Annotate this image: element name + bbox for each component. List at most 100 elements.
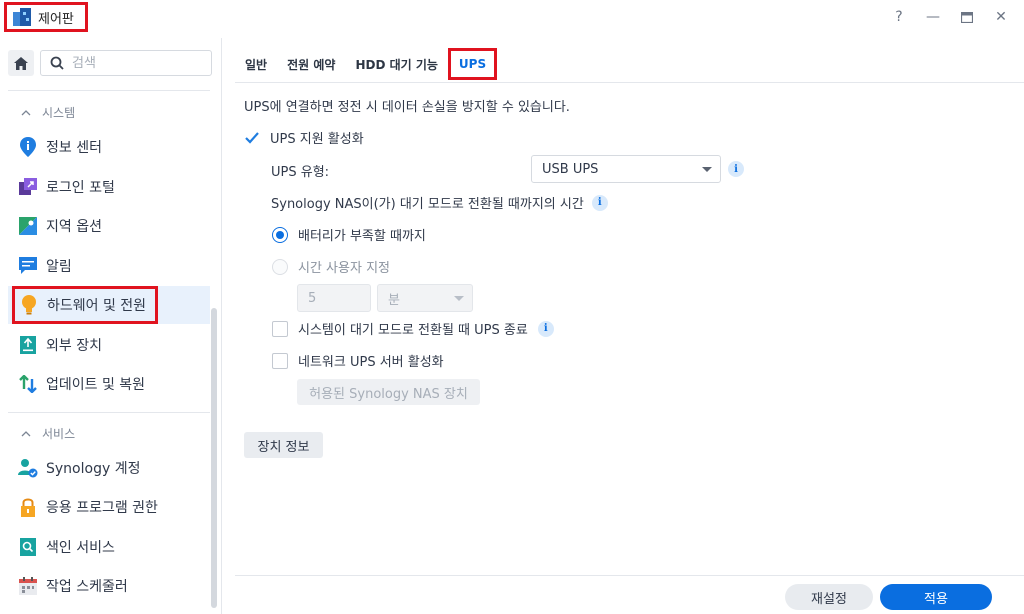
sidebar-item-label: 하드웨어 및 전원 — [47, 298, 147, 314]
tab-ups[interactable]: UPS — [447, 48, 498, 80]
search-input[interactable] — [72, 55, 192, 71]
calendar-icon — [18, 576, 38, 596]
enable-ups-checkbox[interactable] — [244, 129, 260, 146]
shutdown-ups-label: 시스템이 대기 모드로 전환될 때 UPS 종료 — [298, 323, 528, 338]
tab-hdd-hibernation[interactable]: HDD 대기 기능 — [345, 49, 447, 79]
lightbulb-icon — [19, 295, 39, 315]
login-portal-icon — [18, 177, 38, 197]
sidebar-item-update-restore[interactable]: 업데이트 및 복원 — [8, 365, 210, 403]
standby-time-row: Synology NAS이(가) 대기 모드로 전환될 때까지의 시간 i — [271, 193, 608, 212]
close-button[interactable]: ✕ — [990, 6, 1012, 28]
shutdown-ups-checkbox[interactable] — [272, 320, 288, 337]
indexing-icon — [18, 537, 38, 557]
network-ups-label: 네트워크 UPS 서버 활성화 — [298, 355, 444, 370]
shutdown-ups-row: 시스템이 대기 모드로 전환될 때 UPS 종료 i — [272, 319, 554, 338]
sidebar-item-indexing-service[interactable]: 색인 서비스 — [8, 528, 210, 566]
shutdown-info-icon[interactable]: i — [537, 320, 554, 337]
sidebar-item-external-devices[interactable]: 외부 장치 — [8, 326, 210, 364]
tab-divider — [235, 82, 1024, 83]
home-button[interactable] — [8, 50, 34, 76]
standby-time-label: Synology NAS이(가) 대기 모드로 전환될 때까지의 시간 — [271, 197, 584, 212]
ups-type-info-icon[interactable]: i — [728, 161, 744, 177]
radio-custom-row: 시간 사용자 지정 — [272, 257, 390, 276]
regional-options-icon — [18, 216, 38, 236]
control-panel-window: 제어판 ? — ✕ 시스템 — [0, 0, 1024, 614]
tab-general[interactable]: 일반 — [235, 49, 277, 79]
title-bar: 제어판 ? — ✕ — [0, 0, 1024, 36]
ups-type-label: UPS 유형: — [271, 165, 330, 180]
ups-type-value: USB UPS — [542, 161, 599, 177]
lock-icon — [18, 497, 38, 517]
network-ups-checkbox[interactable] — [272, 352, 288, 369]
control-panel-icon — [13, 8, 31, 26]
maximize-button[interactable] — [956, 6, 978, 28]
enable-ups-row: UPS 지원 활성화 — [244, 128, 364, 147]
main-panel: 일반 전원 예약 HDD 대기 기능 UPS UPS에 연결하면 정전 시 데이… — [223, 38, 1024, 614]
sidebar-item-label: 알림 — [46, 259, 72, 275]
sidebar-item-synology-account[interactable]: Synology 계정 — [8, 449, 210, 487]
search-box[interactable] — [40, 50, 212, 76]
custom-time-value: 5 — [308, 290, 317, 306]
sidebar-item-task-scheduler[interactable]: 작업 스케줄러 — [8, 567, 210, 605]
info-center-icon — [18, 137, 38, 157]
radio-custom-time[interactable] — [272, 258, 288, 275]
section-label: 서비스 — [42, 427, 76, 441]
radio-custom-label: 시간 사용자 지정 — [298, 261, 390, 276]
allowed-nas-devices-button[interactable]: 허용된 Synology NAS 장치 — [297, 379, 480, 405]
window-controls: ? — ✕ — [888, 6, 1012, 28]
sidebar-item-label: 작업 스케줄러 — [46, 579, 128, 595]
sidebar: 시스템 정보 센터 로그인 포털 지역 옵션 알림 — [0, 38, 222, 614]
app-title: 제어판 — [4, 2, 88, 32]
enable-ups-label: UPS 지원 활성화 — [270, 132, 364, 147]
sidebar-scrollbar[interactable] — [211, 308, 217, 608]
tab-bar: 일반 전원 예약 HDD 대기 기능 UPS — [235, 46, 498, 82]
section-system-header[interactable]: 시스템 — [20, 104, 75, 121]
sidebar-item-notification[interactable]: 알림 — [8, 247, 210, 285]
device-info-button[interactable]: 장치 정보 — [244, 432, 323, 458]
radio-battery-low[interactable] — [272, 226, 288, 243]
maximize-icon — [961, 11, 973, 23]
checkmark-icon — [245, 131, 259, 144]
chevron-up-icon — [21, 430, 31, 436]
search-icon — [50, 56, 64, 70]
section-services-header[interactable]: 서비스 — [20, 425, 75, 442]
chevron-down-icon — [454, 296, 464, 301]
chevron-up-icon — [21, 109, 31, 115]
ups-description: UPS에 연결하면 정전 시 데이터 손실을 방지할 수 있습니다. — [244, 100, 570, 115]
ups-type-select[interactable]: USB UPS — [531, 155, 721, 183]
tab-power-schedule[interactable]: 전원 예약 — [277, 49, 345, 79]
custom-time-input[interactable]: 5 — [297, 284, 371, 312]
apply-button[interactable]: 적용 — [880, 584, 992, 610]
section-label: 시스템 — [42, 106, 76, 120]
standby-info-icon[interactable]: i — [591, 194, 608, 211]
custom-time-unit-select[interactable]: 분 — [377, 284, 473, 312]
sidebar-item-label: Synology 계정 — [46, 461, 141, 477]
sidebar-divider — [8, 90, 210, 91]
footer-divider — [235, 575, 1024, 576]
sidebar-item-info-center[interactable]: 정보 센터 — [8, 128, 210, 166]
sidebar-item-login-portal[interactable]: 로그인 포털 — [8, 168, 210, 206]
sidebar-item-label: 지역 옵션 — [46, 219, 102, 235]
help-button[interactable]: ? — [888, 6, 910, 28]
sidebar-item-hardware-power[interactable]: 하드웨어 및 전원 — [12, 286, 158, 324]
sidebar-item-regional-options[interactable]: 지역 옵션 — [8, 207, 210, 245]
sidebar-item-label: 업데이트 및 복원 — [46, 377, 146, 393]
network-ups-row: 네트워크 UPS 서버 활성화 — [272, 351, 444, 370]
sidebar-item-application-privileges[interactable]: 응용 프로그램 권한 — [8, 488, 210, 526]
update-restore-icon — [18, 374, 38, 394]
chevron-down-icon — [702, 167, 712, 172]
ups-type-row: UPS 유형: — [271, 161, 329, 180]
synology-account-icon — [18, 458, 38, 478]
radio-battery-row: 배터리가 부족할 때까지 — [272, 225, 426, 244]
external-device-icon — [18, 335, 38, 355]
sidebar-divider — [8, 412, 210, 413]
sidebar-search-row — [8, 50, 212, 78]
sidebar-item-label: 정보 센터 — [46, 140, 102, 156]
minimize-button[interactable]: — — [922, 6, 944, 28]
sidebar-item-label: 외부 장치 — [46, 338, 102, 354]
sidebar-item-label: 로그인 포털 — [46, 180, 115, 196]
reset-button[interactable]: 재설정 — [785, 584, 873, 610]
sidebar-item-label: 색인 서비스 — [46, 540, 115, 556]
home-icon — [14, 56, 28, 70]
notification-icon — [18, 256, 38, 276]
